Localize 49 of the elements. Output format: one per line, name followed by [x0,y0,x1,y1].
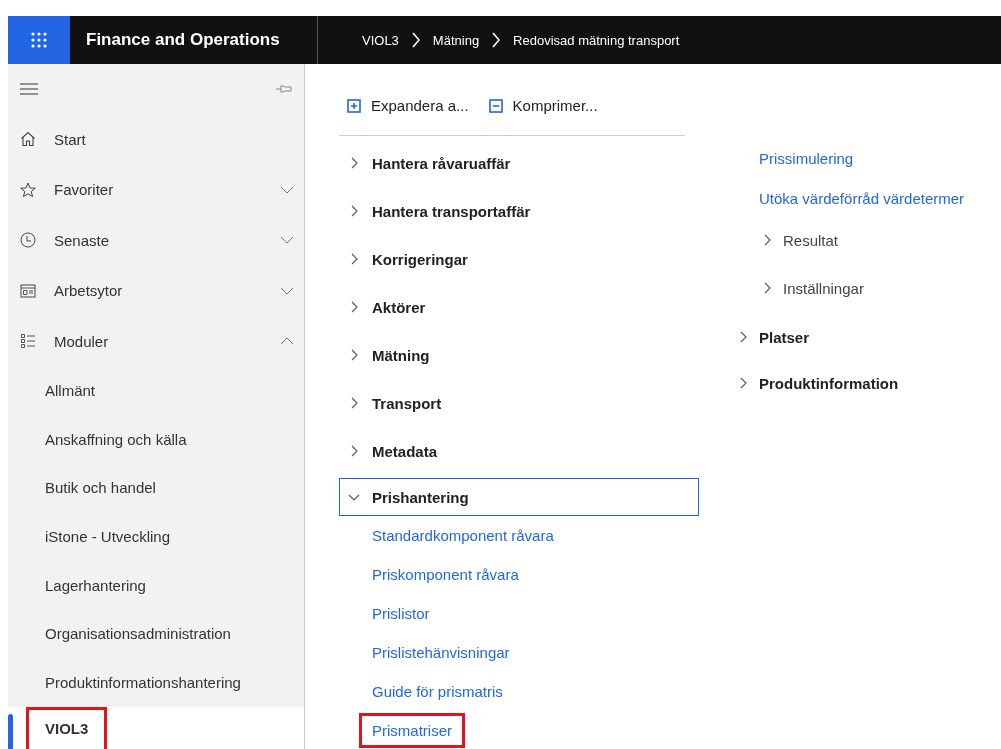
menu-link[interactable]: Guide för prismatris [359,673,516,709]
chevron-right-icon [410,32,421,48]
module-item[interactable]: Anskaffning och källa [26,423,206,455]
clock-icon [20,232,36,249]
menu-link[interactable]: Prislistehänvisningar [359,634,523,670]
home-icon [20,131,36,148]
workspace-icon [20,282,36,299]
nav-item[interactable]: Arbetsytor [8,265,304,316]
list-icon [20,333,36,350]
menu-group[interactable]: Prishantering [339,478,699,516]
menu-group[interactable]: Aktörer [339,286,699,328]
menu-group[interactable]: Hantera transportaffär [339,190,699,232]
nav-item[interactable]: Start [8,114,304,165]
nav-item[interactable]: Favoriter [8,164,304,215]
menu-group[interactable]: Hantera råvaruaffär [339,142,699,184]
menu-group[interactable]: Platser [737,314,965,360]
waffle-icon [31,32,47,48]
collapse-icon [488,98,503,113]
module-item[interactable]: iStone - Utveckling [26,521,190,553]
collapse-all-button[interactable]: Komprimer... [488,97,598,114]
nav-item[interactable]: Moduler [8,316,304,367]
breadcrumb-item[interactable]: VIOL3 [362,32,399,48]
module-item[interactable]: Butik och handel [26,472,175,504]
star-icon [20,181,36,198]
menu-link[interactable]: Prislistor [359,595,443,631]
expand-all-button[interactable]: Expandera a... [347,97,469,114]
pin-icon[interactable] [276,84,292,94]
menu-link[interactable]: Priskomponent råvara [359,556,532,592]
menu-group[interactable]: Transport [339,382,699,424]
module-item[interactable]: VIOL3 [26,707,108,749]
menu-icon[interactable] [20,83,38,95]
app-launcher-button[interactable] [8,16,70,64]
menu-link[interactable]: Prissimulering [759,149,854,167]
menu-group[interactable]: Mätning [339,334,699,376]
module-item[interactable]: Allmänt [26,375,115,407]
menu-link[interactable]: Prismatriser [359,712,465,748]
menu-group[interactable]: Korrigeringar [339,238,699,280]
chevron-right-icon [491,32,502,48]
breadcrumb-item[interactable]: Mätning [432,32,480,48]
nav-item[interactable]: Senaste [8,215,304,266]
expand-icon [347,98,361,113]
menu-link[interactable]: Utöka värdeförråd värdetermer [759,189,965,207]
breadcrumb-item[interactable]: Redovisad mätning transport [513,32,680,48]
module-item[interactable]: Organisationsadministration [26,618,250,650]
menu-group[interactable]: Produktinformation [737,360,965,406]
menu-group[interactable]: Metadata [339,430,699,472]
module-item[interactable]: Produktinformationshantering [26,666,260,698]
module-item[interactable]: Lagerhantering [26,569,165,601]
menu-link[interactable]: Standardkomponent råvara [359,517,567,553]
